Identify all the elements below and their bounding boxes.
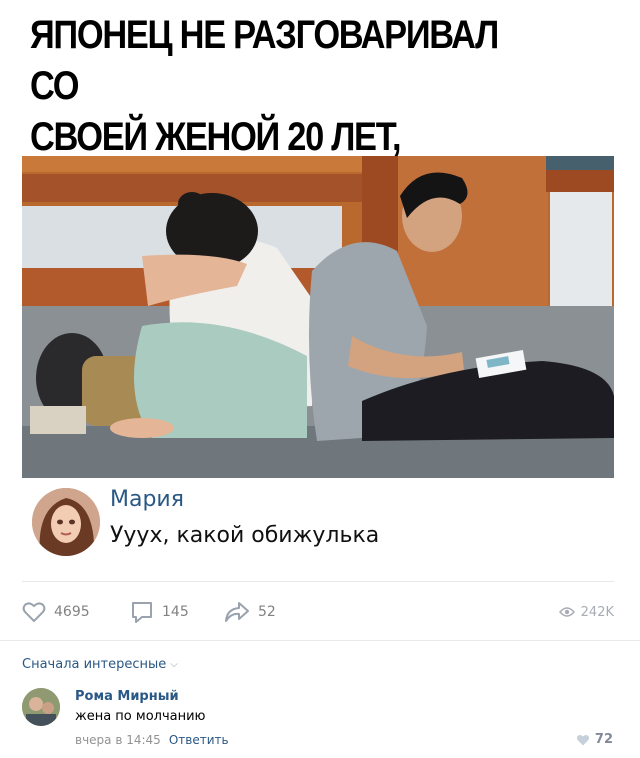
divider [0,640,640,641]
comment-bubble-icon [132,602,152,623]
comment-like-button[interactable]: 72 [576,732,613,747]
maria-avatar [32,488,100,556]
heart-icon [576,734,589,745]
heart-icon [22,602,46,623]
meme-comment: Мария Ууух, какой обижулька [22,478,614,578]
sort-label: Сначала интересные [22,657,167,672]
eye-icon [558,607,575,617]
share-button[interactable]: 52 [224,598,276,626]
comment-count: 145 [162,604,189,620]
chevron-down-icon: ⌵ [170,659,178,670]
meme-photo [22,156,614,478]
comment-text: жена по молчанию [75,709,206,724]
share-arrow-icon [225,602,249,622]
reply-button[interactable]: Ответить [169,733,229,747]
views-count: 242K [580,604,614,620]
comment-like-count: 72 [594,732,613,747]
like-count: 4695 [54,604,90,620]
divider [22,581,614,582]
comment-meta: вчера в 14:45 Ответить [75,733,229,747]
comment-button[interactable]: 145 [130,598,189,626]
meme-comment-author: Мария [110,487,184,512]
meme-image: ЯПОНЕЦ НЕ РАЗГОВАРИВАЛ СО СВОЕЙ ЖЕНОЙ 20… [0,0,640,580]
views-counter: 242K [558,598,614,626]
meme-comment-text: Ууух, какой обижулька [110,523,380,548]
comment-author[interactable]: Рома Мирный [75,689,179,704]
share-count: 52 [258,604,276,620]
avatar[interactable] [22,688,60,726]
comment-time[interactable]: вчера в 14:45 [75,733,161,747]
comments-sort-link[interactable]: Сначала интересные ⌵ [22,657,178,672]
like-button[interactable]: 4695 [22,598,90,626]
post-actions: 4695 145 52 242K [0,590,640,634]
